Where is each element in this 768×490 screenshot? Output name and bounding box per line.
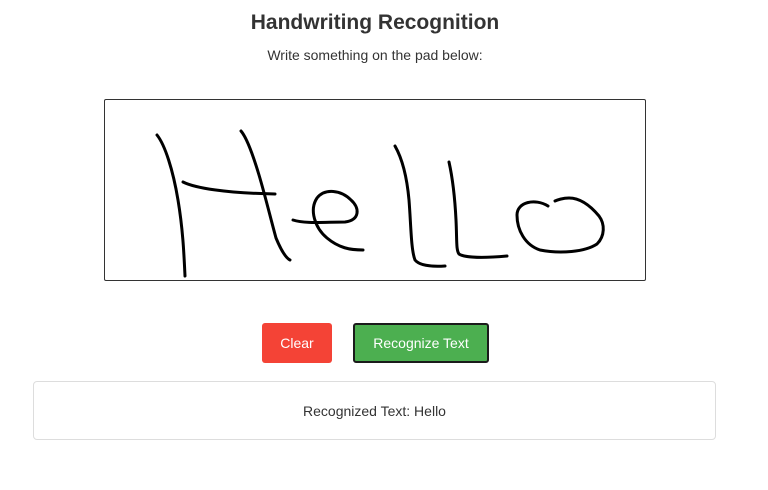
handwriting-strokes bbox=[155, 129, 605, 278]
recognize-text-button[interactable]: Recognize Text bbox=[353, 323, 489, 363]
stroke-l-second bbox=[447, 160, 509, 259]
page-title: Handwriting Recognition bbox=[250, 11, 500, 34]
stroke-h-right bbox=[239, 129, 292, 262]
stroke-h-left bbox=[155, 133, 187, 278]
stroke-l-first bbox=[393, 144, 447, 268]
recognized-text-label: Recognized Text: Hello bbox=[303, 402, 446, 419]
app-page: Handwriting Recognition Write something … bbox=[0, 0, 768, 490]
clear-button[interactable]: Clear bbox=[262, 323, 332, 363]
page-instructions: Write something on the pad below: bbox=[267, 47, 483, 63]
stroke-e bbox=[291, 190, 365, 252]
drawing-pad[interactable] bbox=[104, 99, 646, 281]
stroke-o bbox=[515, 196, 605, 254]
recognized-text-output: Recognized Text: Hello bbox=[33, 381, 716, 440]
